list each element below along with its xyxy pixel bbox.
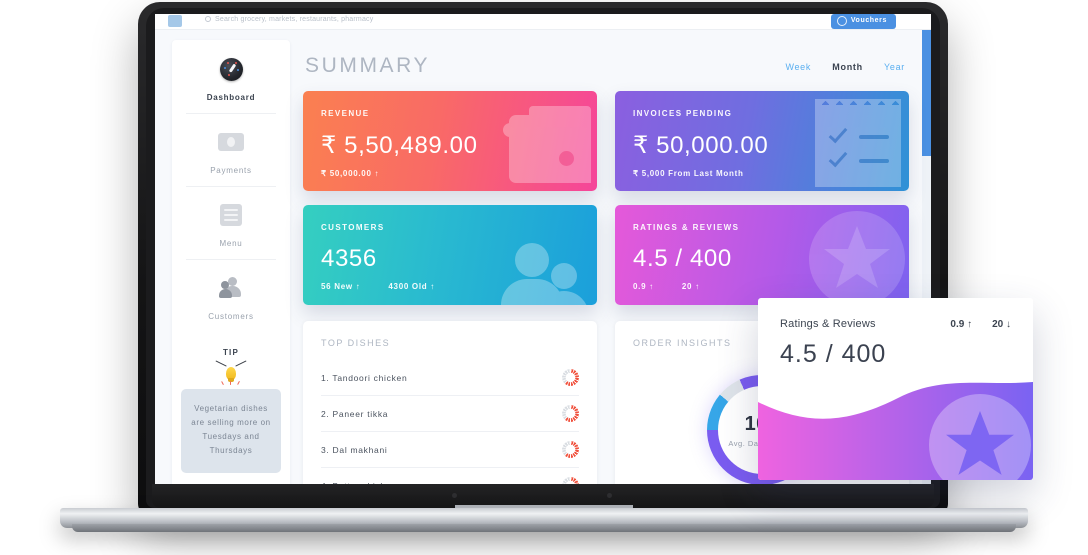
search-placeholder: Search grocery, markets, restaurants, ph… — [215, 16, 374, 23]
list-item[interactable]: 1. Tandoori chicken — [321, 360, 579, 396]
stat-value: ₹ 50,000.00 — [633, 132, 769, 159]
stat-sub: ₹ 50,000.00 ↑ — [321, 169, 380, 178]
sidebar-item-customers[interactable]: Customers — [172, 259, 290, 332]
cash-icon — [178, 127, 284, 157]
radial-progress-icon — [562, 369, 579, 386]
stat-label: REVENUE — [321, 109, 370, 118]
panel-title: TOP DISHES — [321, 338, 391, 348]
popup-metric-up: 0.9 ↑ — [950, 318, 973, 330]
list-item[interactable]: 4. Butter chicken — [321, 468, 579, 484]
stat-card-grid: REVENUE ₹ 5,50,489.00 ₹ 50,000.00 ↑ INVO… — [303, 91, 909, 305]
vouchers-button[interactable]: Vouchers — [830, 14, 896, 29]
dish-name: 2. Paneer tikka — [321, 408, 389, 419]
stat-sub-old: 4300 Old ↑ — [388, 282, 435, 291]
dish-name: 3. Dal makhani — [321, 444, 388, 455]
app-logo-icon — [168, 15, 182, 27]
popup-value: 4.5 / 400 — [780, 340, 887, 368]
voucher-icon — [836, 16, 847, 26]
popup-header: Ratings & Reviews 0.9 ↑ 20 ↓ — [758, 298, 1033, 330]
radial-progress-icon — [562, 405, 579, 422]
menu-list-icon — [178, 200, 284, 230]
sidebar-item-payments[interactable]: Payments — [172, 113, 290, 186]
stat-label: RATINGS & REVIEWS — [633, 223, 740, 232]
period-year[interactable]: Year — [884, 62, 905, 72]
browser-top-bar: Search grocery, markets, restaurants, ph… — [155, 14, 931, 30]
star-icon — [929, 394, 1031, 480]
screenshot-stage: Search grocery, markets, restaurants, ph… — [0, 0, 1088, 555]
search-icon — [205, 16, 211, 22]
popup-metrics: 0.9 ↑ 20 ↓ — [950, 319, 1011, 330]
tip-text: Vegetarian dishes are selling more on Tu… — [181, 389, 281, 473]
stat-card-invoices-pending[interactable]: INVOICES PENDING ₹ 50,000.00 ₹ 5,000 Fro… — [615, 91, 909, 191]
sidebar-item-label: Payments — [210, 166, 252, 175]
search-input[interactable]: Search grocery, markets, restaurants, ph… — [205, 16, 373, 23]
stat-sub: ₹ 5,000 From Last Month — [633, 169, 744, 178]
stat-sub: 0.9 ↑ 20 ↑ — [633, 282, 891, 291]
period-week[interactable]: Week — [785, 62, 811, 72]
vouchers-label: Vouchers — [850, 17, 887, 24]
ratings-popup-card[interactable]: Ratings & Reviews 0.9 ↑ 20 ↓ 4.5 / 400 — [758, 298, 1033, 480]
radial-progress-icon — [562, 477, 579, 484]
sidebar-item-label: Menu — [219, 239, 243, 248]
stat-value: ₹ 5,50,489.00 — [321, 132, 478, 159]
tip-section: TIP Vegetarian dishes are selling more o… — [172, 348, 290, 484]
scrollbar-thumb[interactable] — [922, 30, 931, 156]
period-month[interactable]: Month — [832, 62, 863, 72]
list-item[interactable]: 3. Dal makhani — [321, 432, 579, 468]
sidebar-item-dashboard[interactable]: Dashboard — [172, 40, 290, 113]
sidebar-item-label: Customers — [208, 312, 254, 321]
stat-value: 4.5 / 400 — [633, 245, 732, 272]
customers-icon — [178, 273, 284, 303]
panel-top-dishes: TOP DISHES 1. Tandoori chicken 2. Paneer… — [303, 321, 597, 484]
sidebar-item-label: Dashboard — [206, 93, 256, 102]
stat-value: 4356 — [321, 245, 377, 272]
stat-card-revenue[interactable]: REVENUE ₹ 5,50,489.00 ₹ 50,000.00 ↑ — [303, 91, 597, 191]
stat-sub-count: 20 ↑ — [681, 282, 700, 291]
stat-sub-delta: 0.9 ↑ — [633, 282, 654, 291]
radial-progress-icon — [562, 441, 579, 458]
sidebar-item-menu[interactable]: Menu — [172, 186, 290, 259]
popup-title: Ratings & Reviews — [780, 318, 876, 330]
gauge-icon — [178, 54, 284, 84]
sidebar: Dashboard Payments Menu Customers TIP Ve… — [172, 40, 290, 484]
popup-metric-down: 20 ↓ — [992, 318, 1011, 330]
stat-label: INVOICES PENDING — [633, 109, 733, 118]
list-item[interactable]: 2. Paneer tikka — [321, 396, 579, 432]
stat-label: CUSTOMERS — [321, 223, 385, 232]
lightbulb-icon — [214, 360, 248, 387]
stat-card-ratings[interactable]: RATINGS & REVIEWS 4.5 / 400 0.9 ↑ 20 ↑ — [615, 205, 909, 305]
dish-name: 1. Tandoori chicken — [321, 372, 408, 383]
tip-title: TIP — [222, 348, 240, 357]
stat-sub-new: 56 New ↑ — [321, 282, 361, 291]
laptop-base-foot — [72, 524, 1016, 532]
period-selector: Week Month Year — [767, 62, 905, 72]
stat-card-customers[interactable]: CUSTOMERS 4356 56 New ↑ 4300 Old ↑ — [303, 205, 597, 305]
stat-sub: 56 New ↑ 4300 Old ↑ — [321, 282, 579, 291]
